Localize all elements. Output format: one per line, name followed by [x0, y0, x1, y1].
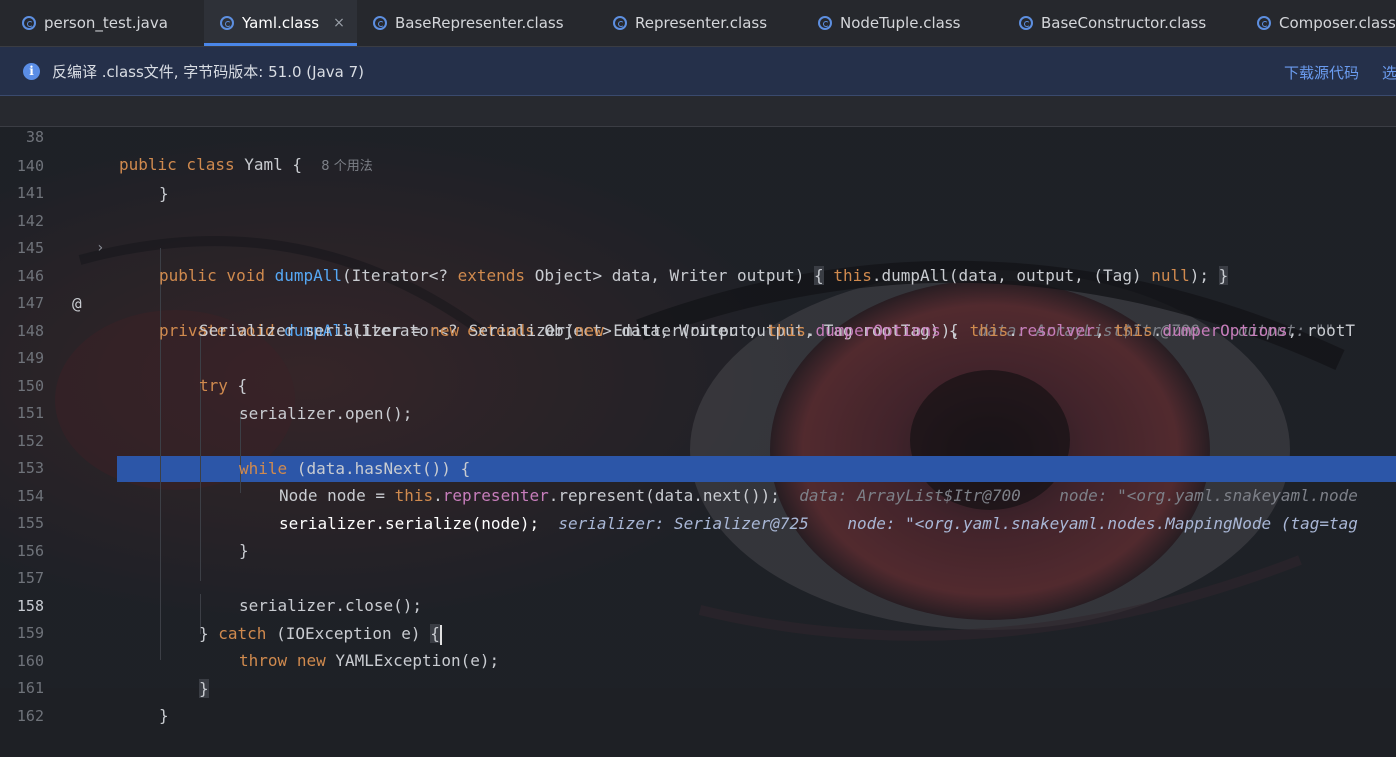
tab-nodetuple-class[interactable]: NodeTuple.class: [818, 0, 960, 46]
tab-person-test-java[interactable]: person_test.java: [22, 0, 168, 46]
code-line-152[interactable]: 152 while (data.hasNext()) {: [0, 401, 1396, 478]
code-line-159[interactable]: 159 throw new YAMLException(e);: [0, 593, 1396, 670]
class-file-icon: [373, 16, 387, 30]
code-line-162[interactable]: 162: [0, 676, 1396, 725]
tab-label: person_test.java: [44, 14, 168, 32]
tab-composer-class[interactable]: Composer.class: [1257, 0, 1396, 46]
code-line-146[interactable]: 146 @ private void dumpAll(Iterator<? ex…: [0, 236, 1396, 340]
code-line-156[interactable]: 156: [0, 511, 1396, 560]
class-name: Yaml {: [244, 155, 303, 174]
banner-text: 反编译 .class文件, 字节码版本: 51.0 (Java 7): [52, 62, 364, 81]
tab-representer-class[interactable]: Representer.class: [613, 0, 767, 46]
tab-label: BaseConstructor.class: [1041, 14, 1207, 32]
code-line-154[interactable]: 154 serializer.serialize(node); serializ…: [0, 456, 1396, 533]
code-line-153[interactable]: 153 Node node = this.representer.represe…: [0, 428, 1396, 505]
tab-baserepresenter-class[interactable]: BaseRepresenter.class: [373, 0, 564, 46]
class-file-icon: [1019, 16, 1033, 30]
decompiled-info-banner: i 反编译 .class文件, 字节码版本: 51.0 (Java 7) 下载源…: [0, 47, 1396, 96]
download-sources-link[interactable]: 下载源代码: [1284, 62, 1359, 83]
tab-label: NodeTuple.class: [840, 14, 961, 32]
editor-tab-bar: person_test.java Yaml.class × BaseRepres…: [0, 0, 1396, 47]
tab-label: Representer.class: [635, 14, 768, 32]
code-line-160[interactable]: 160 }: [0, 621, 1396, 698]
tab-baseconstructor-class[interactable]: BaseConstructor.class: [1019, 0, 1206, 46]
sticky-scope-header[interactable]: 38 public class Yaml { 8 个用法: [0, 96, 1396, 174]
code-line-149[interactable]: 149 try {: [0, 318, 1396, 395]
code-editor[interactable]: 140 } 141 142 › public void dumpAll(Iter…: [0, 126, 1396, 725]
code-line-161[interactable]: 161 }: [0, 648, 1396, 725]
tab-yaml-class[interactable]: Yaml.class ×: [204, 0, 357, 46]
code-line-148[interactable]: 148: [0, 291, 1396, 340]
info-icon: i: [23, 62, 40, 80]
code-line-157[interactable]: 157 serializer.close();: [0, 538, 1396, 615]
keyword: public class: [119, 155, 235, 174]
code-line-140[interactable]: 140 }: [0, 126, 1396, 203]
code-line-158[interactable]: 158 } catch (IOException e) {: [0, 566, 1396, 645]
code-line-151[interactable]: 151: [0, 373, 1396, 422]
class-file-icon: [1257, 16, 1271, 30]
class-file-icon: [818, 16, 832, 30]
choose-sources-link[interactable]: 选: [1382, 62, 1396, 83]
code-line-142[interactable]: 142 › public void dumpAll(Iterator<? ext…: [0, 181, 1396, 285]
class-file-icon: [220, 16, 234, 30]
class-file-icon: [613, 16, 627, 30]
tab-label: BaseRepresenter.class: [395, 14, 564, 32]
line-number: 162: [16, 707, 44, 725]
code-line-155[interactable]: 155 }: [0, 483, 1396, 560]
usages-hint[interactable]: 8 个用法: [321, 159, 372, 174]
tab-label: Composer.class: [1279, 14, 1396, 32]
tab-label: Yaml.class: [242, 14, 320, 32]
close-icon[interactable]: ×: [333, 15, 345, 31]
code-line-150[interactable]: 150 serializer.open();: [0, 346, 1396, 423]
code-line-145[interactable]: 145: [0, 208, 1396, 257]
code-text: }: [159, 706, 169, 725]
code-line-147[interactable]: 147 Serializer serializer = new Serializ…: [0, 263, 1396, 340]
class-file-icon: [22, 16, 36, 30]
line-number: 38: [25, 128, 44, 146]
